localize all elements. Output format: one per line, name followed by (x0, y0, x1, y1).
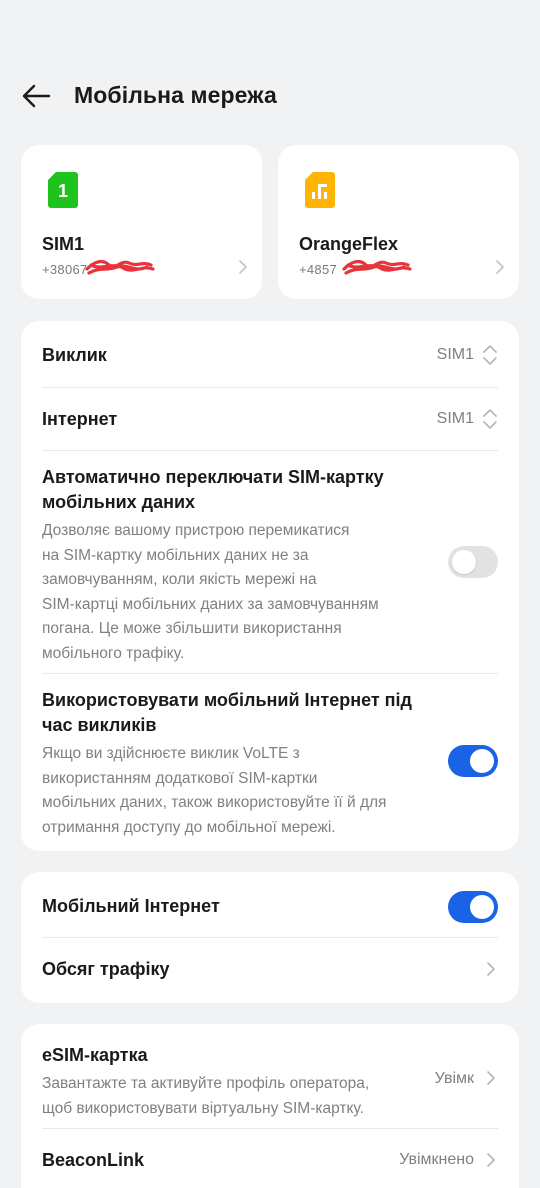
arrow-left-icon (22, 84, 51, 108)
chevron-right-icon (487, 962, 495, 976)
row-label: eSIM-картка (42, 1045, 148, 1065)
selected-sim-value: SIM1 (436, 410, 474, 427)
toggle-knob (470, 749, 494, 773)
redaction-scribble (342, 259, 412, 275)
mobile-internet-row: Мобільний Інтернет (42, 891, 498, 923)
row-label: Мобільний Інтернет (42, 896, 220, 916)
auto-switch-toggle[interactable] (448, 546, 498, 578)
row-title: Автоматично переключати SIM-картку (42, 467, 384, 487)
sim-name: OrangeFlex (299, 234, 399, 254)
sim-name: SIM1 (42, 234, 85, 254)
up-down-arrows-icon (483, 409, 497, 429)
sim-card-orangeflex[interactable]: OrangeFlex +4857 (278, 145, 519, 299)
mobile-internet-toggle[interactable] (448, 891, 498, 923)
chevron-right-icon (239, 260, 247, 274)
sim-number: +38067 (42, 262, 88, 277)
row-label: Обсяг трафіку (42, 959, 170, 979)
divider (42, 450, 498, 451)
beaconlink-row[interactable]: BeaconLink Увімкнено (42, 1148, 498, 1173)
sim-card-sim1[interactable]: 1 SIM1 +38067 (21, 145, 262, 299)
page-title: Мобільна мережа (74, 82, 277, 108)
mobile-data-panel: Мобільний Інтернет Обсяг трафіку (21, 872, 519, 1003)
data-during-calls-row: Використовувати мобільний Інтернет під ч… (42, 688, 498, 838)
data-during-calls-toggle[interactable] (448, 745, 498, 777)
redaction-scribble (85, 259, 155, 275)
divider (42, 1128, 498, 1129)
sim-number: +4857 (299, 262, 338, 277)
selected-sim-value: SIM1 (436, 346, 474, 363)
esim-status-value: Увімк (434, 1070, 474, 1087)
divider (42, 387, 498, 388)
toggle-knob (452, 550, 476, 574)
esim-panel: eSIM-картка Завантажте та активуйте проф… (21, 1024, 519, 1188)
divider (42, 937, 498, 938)
sim-slot-number: 1 (58, 181, 68, 201)
sim-settings-panel: Виклик SIM1 Інтернет SIM1 Автоматично пе… (21, 321, 519, 851)
row-description: Якщо ви здійснюєте виклик VoLTE з викори… (42, 745, 387, 836)
row-title: Використовувати мобільний Інтернет під (42, 690, 412, 710)
row-description: Дозволяє вашому пристрою перемикатися на… (42, 522, 379, 662)
up-down-arrows-icon (483, 345, 497, 365)
traffic-usage-row[interactable]: Обсяг трафіку (42, 957, 498, 982)
toggle-knob (470, 895, 494, 919)
sim-card-icon (305, 172, 335, 208)
esim-row[interactable]: eSIM-картка Завантажте та активуйте проф… (42, 1043, 498, 1123)
chevron-right-icon (496, 260, 504, 274)
beaconlink-status-value: Увімкнено (399, 1151, 474, 1168)
internet-sim-selector[interactable]: Інтернет SIM1 (42, 407, 498, 432)
row-description: Завантажте та активуйте профіль оператор… (42, 1075, 370, 1117)
call-sim-selector[interactable]: Виклик SIM1 (42, 343, 498, 368)
auto-switch-row: Автоматично переключати SIM-картку мобіл… (42, 465, 498, 662)
row-label: Інтернет (42, 409, 118, 429)
back-button[interactable] (18, 80, 54, 112)
app-header: Мобільна мережа (0, 74, 540, 118)
sim-card-icon: 1 (48, 172, 78, 208)
divider (42, 673, 498, 674)
chevron-right-icon (487, 1153, 495, 1167)
row-label: Виклик (42, 345, 107, 365)
row-title: час викликів (42, 715, 157, 735)
chevron-right-icon (487, 1071, 495, 1085)
row-title: мобільних даних (42, 492, 196, 512)
